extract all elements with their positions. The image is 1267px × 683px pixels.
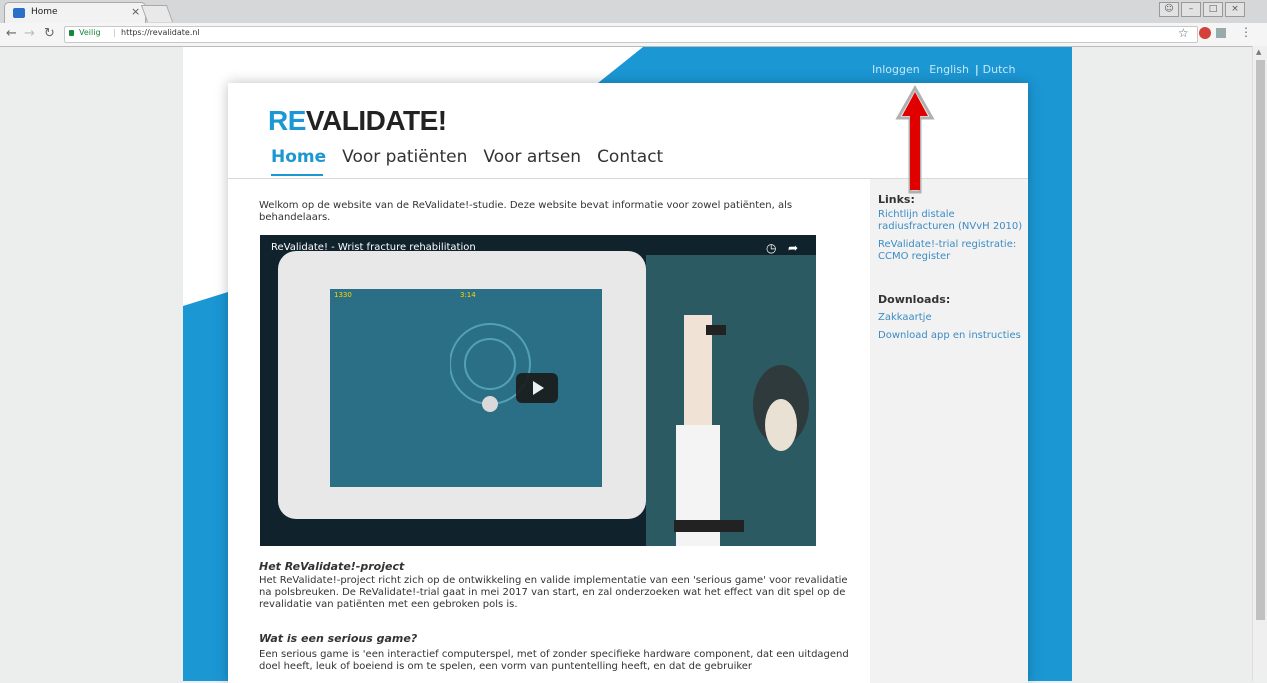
section-paragraph: Het ReValidate!-project richt zich op de… bbox=[259, 575, 848, 610]
blue-stripe-right bbox=[1028, 47, 1072, 681]
game-score: 1330 bbox=[334, 291, 352, 299]
nav-voor-artsen[interactable]: Voor artsen bbox=[483, 147, 581, 167]
annotation-arrow-icon bbox=[895, 84, 935, 194]
site-logo[interactable]: REVALIDATE! bbox=[268, 105, 447, 137]
language-english-link[interactable]: English bbox=[929, 63, 969, 76]
download-app[interactable]: Download app en instructies bbox=[878, 330, 1028, 342]
section-heading: Het ReValidate!-project bbox=[259, 560, 405, 573]
secure-label: Veilig bbox=[79, 28, 101, 37]
nav-voor-patienten[interactable]: Voor patiënten bbox=[342, 147, 467, 167]
download-zakkaartje[interactable]: Zakkaartje bbox=[878, 312, 1028, 324]
play-icon bbox=[533, 381, 544, 395]
section-heading: Wat is een serious game? bbox=[259, 632, 418, 645]
game-timer: 3:14 bbox=[460, 291, 476, 299]
address-bar[interactable]: Veilig | https://revalidate.nl bbox=[64, 26, 1198, 43]
extension-icon[interactable] bbox=[1199, 27, 1211, 39]
maximize-icon[interactable]: □ bbox=[1203, 2, 1223, 17]
active-nav-underline bbox=[271, 174, 323, 176]
scroll-up-icon[interactable]: ▲ bbox=[1256, 48, 1261, 56]
link-ccmo-register[interactable]: ReValidate!-trial registratie: CCMO regi… bbox=[878, 239, 1028, 263]
close-tab-icon[interactable]: × bbox=[131, 5, 140, 18]
extension-icon[interactable] bbox=[1216, 28, 1226, 38]
bookmark-star-icon[interactable]: ☆ bbox=[1178, 26, 1189, 40]
links-list: Richtlijn distale radiusfracturen (NVvH … bbox=[878, 209, 1028, 269]
link-richtlijn[interactable]: Richtlijn distale radiusfracturen (NVvH … bbox=[878, 209, 1028, 233]
browser-toolbar: ← → ↻ Veilig | https://revalidate.nl ☆ ⋮ bbox=[0, 23, 1267, 47]
video-title[interactable]: ReValidate! - Wrist fracture rehabilitat… bbox=[271, 242, 476, 253]
site-favicon-icon bbox=[13, 8, 25, 18]
user-profile-icon[interactable]: ☺ bbox=[1159, 2, 1179, 17]
language-dutch-link[interactable]: Dutch bbox=[983, 63, 1016, 76]
nav-home[interactable]: Home bbox=[271, 147, 326, 167]
url-text[interactable]: https://revalidate.nl bbox=[121, 28, 200, 37]
tab-title: Home bbox=[31, 7, 58, 17]
top-links: Inloggen English | Dutch bbox=[872, 63, 1021, 76]
play-button[interactable] bbox=[516, 373, 558, 403]
close-window-icon[interactable]: × bbox=[1225, 2, 1245, 17]
browser-tab-bar: Home × ☺ – □ × bbox=[0, 0, 1267, 24]
language-separator: | bbox=[974, 63, 979, 76]
scrollbar-thumb[interactable] bbox=[1256, 60, 1265, 620]
browser-menu-icon[interactable]: ⋮ bbox=[1240, 25, 1252, 39]
browser-tab[interactable]: Home × bbox=[4, 2, 146, 24]
forward-icon[interactable]: → bbox=[24, 26, 35, 41]
intro-text: Welkom op de website van de ReValidate!-… bbox=[259, 200, 793, 223]
back-icon[interactable]: ← bbox=[6, 26, 17, 41]
page-scrollbar[interactable]: ▲ bbox=[1252, 46, 1267, 681]
url-separator: | bbox=[113, 28, 116, 37]
downloads-heading: Downloads: bbox=[878, 293, 951, 306]
blue-stripe-left bbox=[183, 292, 228, 681]
login-link[interactable]: Inloggen bbox=[872, 63, 920, 76]
section-paragraph: Een serious game is 'een interactief com… bbox=[259, 649, 849, 672]
main-navigation: Home Voor patiënten Voor artsen Contact bbox=[271, 147, 663, 167]
lock-icon bbox=[69, 30, 74, 36]
new-tab-button[interactable] bbox=[140, 5, 174, 22]
share-icon[interactable]: ➦ bbox=[788, 241, 798, 255]
nav-contact[interactable]: Contact bbox=[597, 147, 663, 167]
video-player[interactable]: 1330 3:14 ReValidate! - Wrist fracture r… bbox=[260, 235, 816, 546]
tablet-image: 1330 3:14 bbox=[278, 251, 646, 519]
downloads-list: Zakkaartje Download app en instructies bbox=[878, 312, 1028, 348]
minimize-icon[interactable]: – bbox=[1181, 2, 1201, 17]
hand-with-sensor-image bbox=[646, 255, 816, 546]
window-controls: ☺ – □ × bbox=[1159, 2, 1245, 17]
reload-icon[interactable]: ↻ bbox=[44, 26, 55, 41]
watch-later-icon[interactable]: ◷ bbox=[766, 241, 776, 255]
game-screen: 1330 3:14 bbox=[330, 289, 602, 487]
